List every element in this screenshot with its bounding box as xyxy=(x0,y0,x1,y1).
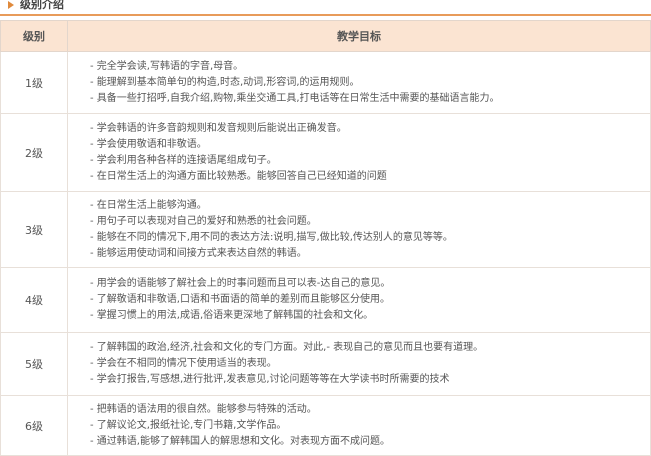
goal-line: - 能理解到基本简单句的构造,时态,动词,形容词,的运用规则。 xyxy=(90,76,360,88)
level-cell: 1级 xyxy=(0,51,68,114)
goal-line: - 用句子可以表现对自己的爱好和熟悉的社会问题。 xyxy=(90,215,317,227)
goal-line: - 能够在不同的情况下,用不同的表达方法:说明,描写,做比较,传达别人的意见等等… xyxy=(90,231,453,243)
goal-line: - 学会打报告,写感想,进行批评,发表意见,讨论问题等等在大学读书时所需要的技术 xyxy=(90,374,450,385)
goal-line: - 学会利用各种各样的连接语尾组成句子。 xyxy=(90,154,277,166)
level-cell: 3级 xyxy=(0,191,68,268)
table-row: 4级 - 用学会的语能够了解社会上的时事问题而且可以表-达自己的意见。 - 了解敬语… xyxy=(0,267,651,333)
goal-line: - 完全学会读,写韩语的字音,母音。 xyxy=(90,60,244,72)
level-table: 级别 教学目标 1级 - 完全学会读,写韩语的字音,母音。 - 能理解到基本简单句的… xyxy=(0,20,651,456)
table-row: 1级 - 完全学会读,写韩语的字音,母音。 - 能理解到基本简单句的构造,时态,动词… xyxy=(0,51,651,114)
table-row: 3级 - 在日常生活上能够沟通。 - 用句子可以表现对自己的爱好和熟悉的社会问题。 -… xyxy=(0,191,651,268)
level-cell: 4级 xyxy=(0,267,68,333)
table-row: 2级 - 学会韩语的许多音韵规则和发音规则后能说出正确发音。 - 学会使用敬语和非敬… xyxy=(0,113,651,192)
header-level: 级别 xyxy=(0,20,68,52)
goal-line: - 能够运用使动词和间接方式来表达自然的韩语。 xyxy=(90,247,307,259)
goal-line: - 用学会的语能够了解社会上的时事问题而且可以表-达自己的意见。 xyxy=(90,278,391,289)
goal-line: - 了解韩国的政治,经济,社会和文化的专门方面。对此,- 表现自己的意见而且也要… xyxy=(90,342,484,353)
table-row: 5级 - 了解韩国的政治,经济,社会和文化的专门方面。对此,- 表现自己的意见而且… xyxy=(0,332,651,396)
goals-cell: - 在日常生活上能够沟通。 - 用句子可以表现对自己的爱好和熟悉的社会问题。 - 能… xyxy=(67,191,651,268)
table-body: 1级 - 完全学会读,写韩语的字音,母音。 - 能理解到基本简单句的构造,时态,动词… xyxy=(0,51,651,456)
goal-line: - 学会在不相同的情况下使用适当的表现。 xyxy=(90,358,277,369)
goal-line: - 掌握习惯上的用法,成语,俗语来更深地了解韩国的社会和文化。 xyxy=(90,310,374,321)
triangle-bullet-icon xyxy=(8,1,14,9)
level-cell: 6级 xyxy=(0,395,68,456)
header-goals: 教学目标 xyxy=(67,20,651,52)
section-title: 级别介绍 xyxy=(20,0,64,11)
goal-line: - 了解议论文,报纸社论,专门书籍,文学作品。 xyxy=(90,419,287,431)
level-cell: 5级 xyxy=(0,332,68,396)
goal-line: - 了解敬语和非敬语,口语和书面语的简单的差别而且能够区分使用。 xyxy=(90,294,390,305)
table-header-row: 级别 教学目标 xyxy=(0,20,651,52)
level-cell: 2级 xyxy=(0,113,68,192)
goals-cell: - 学会韩语的许多音韵规则和发音规则后能说出正确发音。 - 学会使用敬语和非敬语。… xyxy=(67,113,651,192)
section-header: 级别介绍 xyxy=(0,0,651,14)
goal-line: - 学会韩语的许多音韵规则和发音规则后能说出正确发音。 xyxy=(90,122,347,134)
goal-line: - 学会使用敬语和非敬语。 xyxy=(90,138,207,150)
section-divider xyxy=(0,14,651,16)
goal-line: - 把韩语的语法用的很自然。能够参与特殊的活动。 xyxy=(90,403,317,415)
goal-line: - 具备一些打招呼,自我介绍,购物,乘坐交通工具,打电话等在日常生活中需要的基础… xyxy=(90,92,500,104)
goals-cell: - 用学会的语能够了解社会上的时事问题而且可以表-达自己的意见。 - 了解敬语和非… xyxy=(67,267,651,333)
goal-line: - 通过韩语,能够了解韩国人的解思想和文化。对表现方面不成问题。 xyxy=(90,435,390,447)
goal-line: - 在日常生活上的沟通方面比较熟悉。能够回答自己已经知道的问题 xyxy=(90,170,387,182)
goals-cell: - 把韩语的语法用的很自然。能够参与特殊的活动。 - 了解议论文,报纸社论,专门书… xyxy=(67,395,651,456)
table-row: 6级 - 把韩语的语法用的很自然。能够参与特殊的活动。 - 了解议论文,报纸社论,专… xyxy=(0,395,651,456)
goal-line: - 在日常生活上能够沟通。 xyxy=(90,199,207,211)
goals-cell: - 完全学会读,写韩语的字音,母音。 - 能理解到基本简单句的构造,时态,动词,形… xyxy=(67,51,651,114)
goals-cell: - 了解韩国的政治,经济,社会和文化的专门方面。对此,- 表现自己的意见而且也要… xyxy=(67,332,651,396)
